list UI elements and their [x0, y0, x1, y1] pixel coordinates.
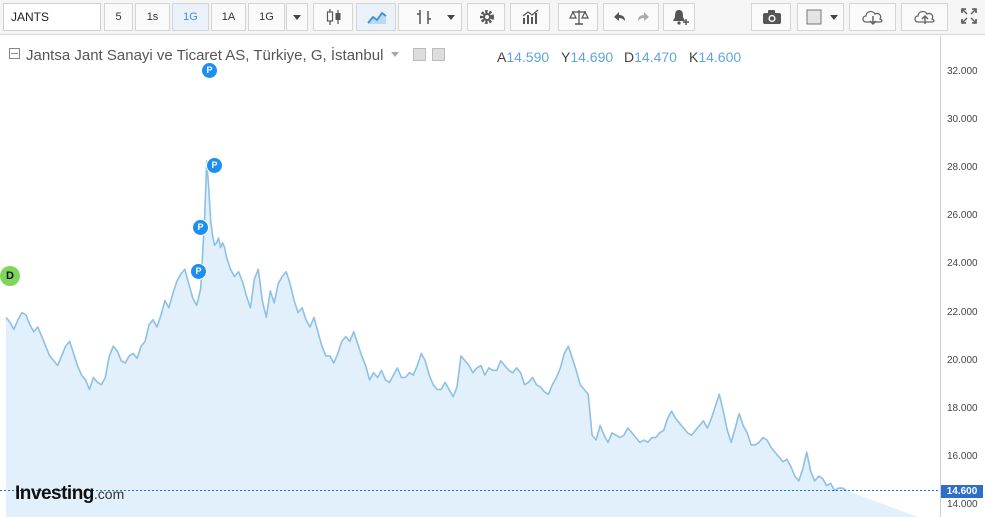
color-square-icon: [801, 4, 827, 30]
price-chart[interactable]: [0, 36, 940, 517]
candles-button[interactable]: [313, 3, 353, 31]
undo-redo-group: [603, 3, 659, 31]
y-tick-label: 24.000: [947, 258, 978, 270]
legend-settings-icon[interactable]: [412, 48, 426, 61]
dividend-marker[interactable]: D: [0, 266, 20, 286]
logo-domain: .com: [93, 486, 125, 502]
bar-chart-icon: [518, 4, 544, 30]
high-label: Y: [561, 49, 571, 65]
y-tick-label: 26.000: [947, 210, 978, 222]
open-value: 14.590: [506, 49, 550, 65]
open-label: A: [497, 49, 507, 65]
price-axis[interactable]: 14.000 16.000 18.000 20.000 22.000 24.000 26.0…: [940, 36, 985, 517]
high-value: 14.690: [570, 49, 614, 65]
y-tick-label: 32.000: [947, 66, 978, 78]
split-marker[interactable]: P: [207, 158, 222, 173]
instrument-title: Jantsa Jant Sanayi ve Ticaret AS, Türkiy…: [26, 47, 384, 64]
studies-button[interactable]: [510, 3, 550, 31]
close-label: K: [689, 49, 699, 65]
split-marker[interactable]: P: [191, 264, 206, 279]
y-tick-label: 18.000: [947, 402, 978, 414]
last-price-badge: 14.600: [941, 484, 983, 498]
compare-button[interactable]: [558, 3, 598, 31]
toolbar: JANTS 5 1s 1G 1A 1G: [0, 0, 985, 35]
chevron-down-icon: [447, 15, 455, 20]
chevron-down-icon: [293, 14, 301, 20]
bell-plus-icon: [667, 4, 693, 30]
collapse-legend-icon[interactable]: [9, 48, 20, 59]
load-chart-button[interactable]: [849, 3, 896, 31]
symbol-input[interactable]: JANTS: [3, 3, 101, 31]
gear-icon: [474, 4, 500, 30]
interval-1a[interactable]: 1A: [211, 3, 246, 31]
fullscreen-button[interactable]: [956, 3, 982, 31]
scales-icon: [566, 4, 592, 30]
y-tick-label: 20.000: [947, 354, 978, 366]
ohlc-open: A14.590: [497, 49, 549, 65]
cloud-download-icon: [860, 4, 886, 30]
legend-visibility-icon[interactable]: [431, 48, 445, 61]
indicators-button[interactable]: [398, 3, 462, 31]
bar-type-icon: [411, 4, 437, 30]
camera-icon: [759, 4, 785, 30]
interval-1g-day[interactable]: 1G: [172, 3, 209, 31]
y-tick-label: 28.000: [947, 162, 978, 174]
y-tick-label: 16.000: [947, 450, 978, 462]
chart-legend: Jantsa Jant Sanayi ve Ticaret AS, Türkiy…: [9, 47, 445, 64]
interval-5[interactable]: 5: [104, 3, 133, 31]
chevron-down-icon[interactable]: [390, 52, 399, 57]
ohlc-low: D14.470: [624, 49, 677, 65]
split-marker[interactable]: P: [202, 63, 217, 78]
save-chart-button[interactable]: [901, 3, 948, 31]
interval-1g[interactable]: 1G: [248, 3, 285, 31]
interval-1s[interactable]: 1s: [135, 3, 170, 31]
close-value: 14.600: [698, 49, 742, 65]
candlestick-icon: [321, 4, 347, 30]
chevron-down-icon: [830, 15, 838, 20]
split-marker[interactable]: P: [193, 220, 208, 235]
snapshot-button[interactable]: [751, 3, 791, 31]
cloud-upload-icon: [912, 4, 938, 30]
color-picker-button[interactable]: [797, 3, 844, 31]
interval-dropdown[interactable]: [286, 3, 308, 31]
fullscreen-icon: [956, 3, 982, 29]
settings-button[interactable]: [467, 3, 505, 31]
area-chart-button[interactable]: [356, 3, 396, 31]
y-tick-label: 14.000: [947, 498, 978, 510]
low-label: D: [624, 49, 635, 65]
y-tick-label: 22.000: [947, 306, 978, 318]
y-tick-label: 30.000: [947, 114, 978, 126]
low-value: 14.470: [634, 49, 677, 65]
redo-icon[interactable]: [631, 4, 657, 30]
logo-text: Investing: [15, 483, 94, 504]
alert-button[interactable]: [663, 3, 695, 31]
price-area-fill: [6, 161, 918, 517]
undo-icon[interactable]: [606, 4, 632, 30]
ohlc-high: Y14.690: [561, 49, 613, 65]
investing-logo: Investing.com: [15, 483, 124, 505]
area-chart-icon: [364, 4, 390, 30]
ohlc-close: K14.600: [689, 49, 741, 65]
